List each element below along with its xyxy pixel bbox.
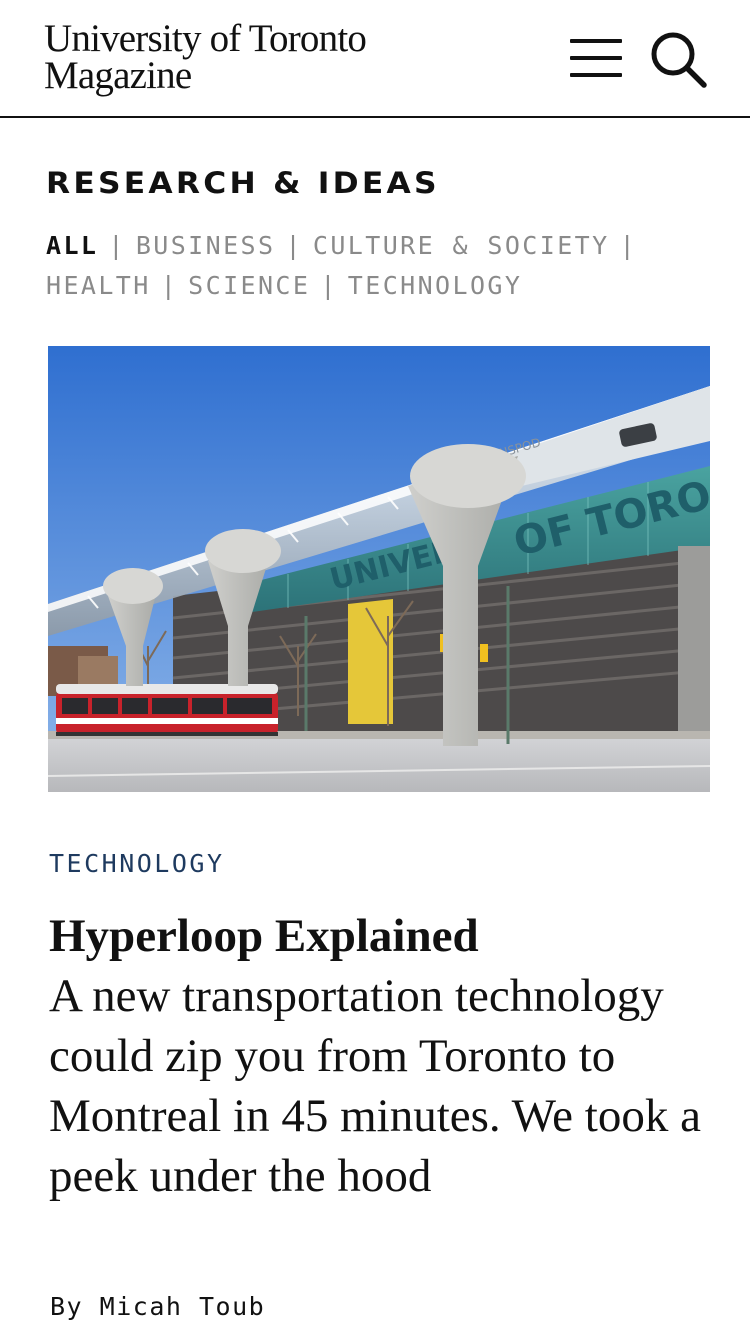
- article-category[interactable]: TECHNOLOGY: [49, 849, 225, 878]
- streetcar: [56, 684, 278, 736]
- logo-line-2: Magazine: [44, 54, 192, 97]
- filter-technology[interactable]: TECHNOLOGY: [348, 271, 523, 300]
- article-dek: A new transportation technology could zi…: [49, 970, 701, 1202]
- filter-separator: |: [285, 231, 303, 260]
- filter-separator: |: [619, 231, 638, 260]
- filter-separator: |: [160, 271, 179, 300]
- article-byline: By Micah Toub: [50, 1292, 265, 1321]
- byline-prefix: By: [50, 1292, 84, 1321]
- category-filter-nav: ALL | BUSINESS | CULTURE & SOCIETY | HEALTH | SC…: [46, 226, 726, 306]
- article-hero-image[interactable]: UNIVER OF TORO TRANSPOD: [48, 346, 710, 792]
- filter-separator: |: [320, 271, 338, 300]
- hamburger-menu-icon[interactable]: [568, 36, 624, 82]
- filter-science[interactable]: SCIENCE: [188, 271, 310, 300]
- filter-business[interactable]: BUSINESS: [136, 231, 276, 260]
- filter-separator: |: [108, 231, 126, 260]
- section-title: RESEARCH & IDEAS: [46, 166, 440, 200]
- article-title[interactable]: Hyperloop Explained: [49, 906, 709, 966]
- filter-all[interactable]: ALL: [46, 231, 98, 260]
- filter-culture-society[interactable]: CULTURE & SOCIETY: [313, 231, 610, 260]
- author-link[interactable]: Micah Toub: [100, 1292, 266, 1321]
- site-header: University of Toronto Magazine: [0, 0, 750, 118]
- logo-line-1: University of Toronto: [44, 17, 367, 60]
- site-logo[interactable]: University of Toronto Magazine: [44, 17, 367, 97]
- filter-health[interactable]: HEALTH: [46, 271, 151, 300]
- search-icon[interactable]: [648, 30, 708, 88]
